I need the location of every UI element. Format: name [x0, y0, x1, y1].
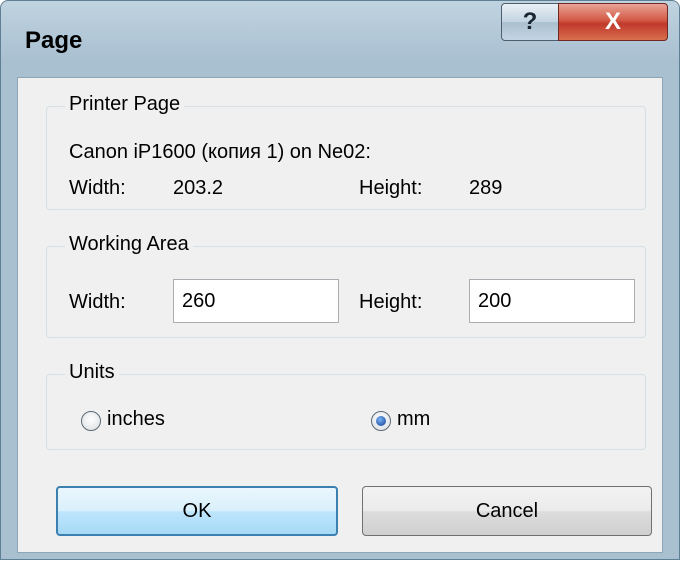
printer-height-label: Height: — [359, 177, 423, 199]
mm-radio-label[interactable]: mm — [397, 408, 430, 431]
dialog-body: Printer Page Canon iP1600 (копия 1) on N… — [17, 77, 663, 553]
units-group: Units inches mm — [46, 361, 646, 450]
ok-button[interactable]: OK — [56, 486, 338, 536]
working-area-group: Working Area Width: 260 Height: 200 — [46, 233, 646, 338]
mm-radio[interactable] — [371, 411, 391, 431]
help-button[interactable]: ? — [501, 3, 559, 41]
printer-height-value: 289 — [469, 177, 503, 199]
title-bar[interactable]: Page ? X — [1, 1, 679, 77]
close-icon: X — [604, 8, 621, 35]
units-group-title: Units — [65, 361, 119, 384]
printer-page-group-title: Printer Page — [65, 93, 185, 116]
working-area-group-title: Working Area — [65, 233, 193, 256]
help-icon: ? — [522, 8, 538, 35]
dialog-title: Page — [25, 27, 83, 54]
page-dialog: Page ? X Printer Page Canon iP1600 (копи… — [0, 0, 680, 560]
printer-page-group: Printer Page Canon iP1600 (копия 1) on N… — [46, 93, 646, 210]
printer-name: Canon iP1600 (копия 1) on Ne02: — [69, 141, 371, 163]
printer-width-label: Width: — [69, 177, 126, 199]
working-width-input[interactable]: 260 — [173, 279, 339, 323]
working-height-input[interactable]: 200 — [469, 279, 635, 323]
inches-radio-label[interactable]: inches — [107, 408, 165, 431]
working-width-label: Width: — [69, 291, 126, 313]
inches-radio[interactable] — [81, 411, 101, 431]
working-height-label: Height: — [359, 291, 423, 313]
printer-width-value: 203.2 — [173, 177, 224, 199]
close-button[interactable]: X — [558, 3, 668, 41]
cancel-button[interactable]: Cancel — [362, 486, 652, 536]
